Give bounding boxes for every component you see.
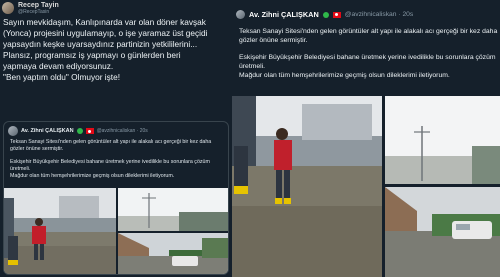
right-tweet-header: Av. Zihni ÇALIŞKAN @avzihnicaliskan · 20…: [236, 10, 413, 19]
tweet-line: "Ben yaptım oldu" Olmuyor işte!: [3, 72, 121, 82]
author-name[interactable]: Av. Zihni ÇALIŞKAN: [249, 10, 319, 19]
left-tweet: Recep Tayin @RecepTasin Sayın mevkidaşım…: [0, 0, 232, 277]
turkey-flag-icon: [332, 11, 341, 18]
avatar: [8, 126, 18, 136]
right-tweet: Av. Zihni ÇALIŞKAN @avzihnicaliskan · 20…: [232, 0, 500, 277]
author-name: Av. Zihni ÇALIŞKAN: [21, 128, 74, 134]
green-circle-icon: [76, 128, 83, 134]
quoted-text: Teksan Sanayi Sitesi'nden gelen görüntül…: [10, 139, 212, 152]
quoted-text-line: Mağdur olan tüm hemşehrilerimize geçmiş …: [10, 173, 175, 179]
author-name[interactable]: Recep Tayin: [18, 2, 59, 9]
tweet-line: Sayın mevkidaşım, Kanlıpınarda var olan …: [3, 17, 206, 27]
quoted-text-line: Eskişehir Büyükşehir Belediyesi bahane ü…: [10, 159, 210, 172]
tweet-line: Eskişehir Büyükşehir Belediyesi bahane ü…: [239, 54, 496, 70]
avatar[interactable]: [2, 2, 14, 14]
tweet-line: yapsaydın keşke uyarsaydınız partinizin …: [3, 39, 198, 49]
quoted-tweet[interactable]: Av. Zihni ÇALIŞKAN @avzihnicaliskan · 20…: [3, 121, 229, 275]
quoted-tweet-header: Av. Zihni ÇALIŞKAN @avzihnicaliskan · 20…: [8, 126, 148, 136]
tweet-media-grid[interactable]: [232, 96, 500, 277]
tweet-line: yapmaya devam ediyorsunuz.: [3, 61, 114, 71]
tweet-text: Teksan Sanayi Sitesi'nden gelen görüntül…: [239, 28, 498, 44]
green-circle-icon: [322, 11, 329, 18]
quoted-text: Eskişehir Büyükşehir Belediyesi bahane ü…: [10, 159, 220, 180]
flood-photos[interactable]: [4, 188, 229, 275]
tweet-line: (Yonca) projesini uygulamayıp, o işe yar…: [3, 28, 208, 38]
avatar[interactable]: [236, 10, 245, 19]
tweet-text: Eskişehir Büyükşehir Belediyesi bahane ü…: [239, 53, 499, 80]
author-handle[interactable]: @avzihnicaliskan · 20s: [345, 11, 414, 18]
tweet-line: Plansız, programsız iş yapmayı o günlerd…: [3, 50, 181, 60]
flood-photos[interactable]: [232, 96, 500, 277]
tweet-line: Mağdur olan tüm hemşehrilerimize geçmiş …: [239, 72, 450, 79]
quoted-media-grid[interactable]: [4, 188, 229, 275]
author-handle: @avzihnicaliskan · 20s: [96, 128, 148, 134]
tweet-text: Sayın mevkidaşım, Kanlıpınarda var olan …: [3, 17, 229, 83]
left-tweet-header: Recep Tayin @RecepTasin: [2, 0, 59, 16]
turkey-flag-icon: [85, 128, 94, 134]
author-handle[interactable]: @RecepTasin: [18, 9, 59, 15]
